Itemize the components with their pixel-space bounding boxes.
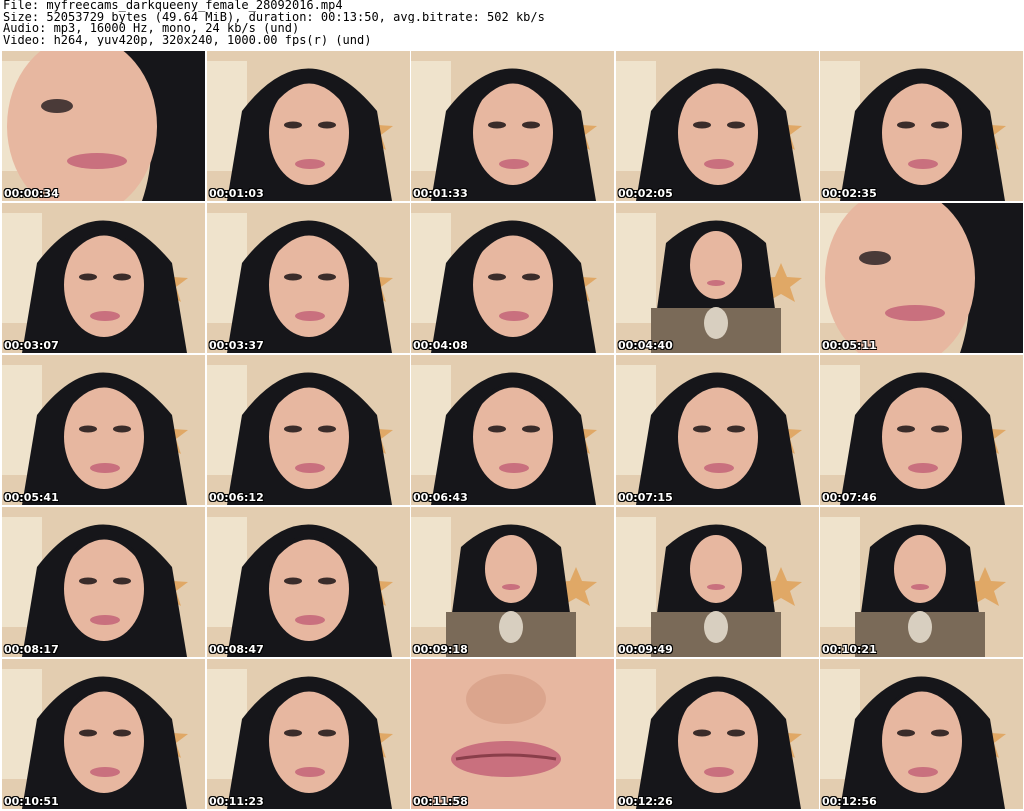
video-info-line: Video: h264, yuv420p, 320x240, 1000.00 f… — [3, 34, 372, 46]
thumbnail-frame: 00:09:18 — [411, 507, 614, 657]
thumbnail-frame: 00:06:12 — [207, 355, 410, 505]
thumbnail-frame: 00:10:51 — [2, 659, 205, 809]
file-info-header: File: myfreecams_darkqueeny_female_28092… — [3, 0, 1021, 46]
thumbnail-image — [2, 659, 205, 809]
thumbnail-frame: 00:10:21 — [820, 507, 1023, 657]
thumbnail-image — [207, 203, 410, 353]
thumbnail-image — [411, 507, 614, 657]
thumbnail-timestamp: 00:08:47 — [209, 643, 264, 656]
thumbnail-timestamp: 00:03:07 — [4, 339, 59, 352]
thumbnail-image — [616, 203, 819, 353]
thumbnail-timestamp: 00:08:17 — [4, 643, 59, 656]
thumbnail-timestamp: 00:12:26 — [618, 795, 673, 808]
thumbnail-image — [411, 51, 614, 201]
thumbnail-image — [616, 659, 819, 809]
thumbnail-image — [2, 507, 205, 657]
thumbnail-image — [411, 355, 614, 505]
thumbnail-image — [820, 355, 1023, 505]
thumbnail-frame: 00:04:08 — [411, 203, 614, 353]
thumbnail-timestamp: 00:07:46 — [822, 491, 877, 504]
thumbnail-frame: 00:04:40 — [616, 203, 819, 353]
file-name-line: File: myfreecams_darkqueeny_female_28092… — [3, 0, 343, 12]
thumbnail-image — [207, 355, 410, 505]
thumbnail-timestamp: 00:01:03 — [209, 187, 264, 200]
thumbnail-timestamp: 00:10:21 — [822, 643, 877, 656]
thumbnail-frame: 00:07:15 — [616, 355, 819, 505]
thumbnail-timestamp: 00:12:56 — [822, 795, 877, 808]
thumbnail-frame: 00:11:23 — [207, 659, 410, 809]
thumbnail-timestamp: 00:11:23 — [209, 795, 264, 808]
thumbnail-frame: 00:01:33 — [411, 51, 614, 201]
thumbnail-frame: 00:05:41 — [2, 355, 205, 505]
thumbnail-frame: 00:06:43 — [411, 355, 614, 505]
thumbnail-image — [820, 51, 1023, 201]
thumbnail-image — [411, 659, 614, 809]
audio-info-line: Audio: mp3, 16000 Hz, mono, 24 kb/s (und… — [3, 23, 300, 35]
thumbnail-timestamp: 00:02:35 — [822, 187, 877, 200]
thumbnail-frame: 00:08:17 — [2, 507, 205, 657]
thumbnail-timestamp: 00:09:49 — [618, 643, 673, 656]
thumbnail-image — [2, 51, 205, 201]
thumbnail-frame: 00:01:03 — [207, 51, 410, 201]
thumbnail-timestamp: 00:06:12 — [209, 491, 264, 504]
thumbnail-image — [820, 659, 1023, 809]
thumbnail-image — [616, 355, 819, 505]
thumbnail-timestamp: 00:04:08 — [413, 339, 468, 352]
thumbnail-image — [820, 507, 1023, 657]
thumbnail-image — [2, 203, 205, 353]
thumbnail-frame: 00:03:37 — [207, 203, 410, 353]
thumbnail-image — [820, 203, 1023, 353]
thumbnail-frame: 00:12:26 — [616, 659, 819, 809]
thumbnail-timestamp: 00:04:40 — [618, 339, 673, 352]
thumbnail-timestamp: 00:01:33 — [413, 187, 468, 200]
thumbnail-image — [207, 51, 410, 201]
thumbnail-timestamp: 00:02:05 — [618, 187, 673, 200]
thumbnail-timestamp: 00:03:37 — [209, 339, 264, 352]
thumbnail-image — [2, 355, 205, 505]
thumbnail-timestamp: 00:00:34 — [4, 187, 59, 200]
thumbnail-image — [616, 507, 819, 657]
thumbnail-timestamp: 00:07:15 — [618, 491, 673, 504]
thumbnail-frame: 00:05:11 — [820, 203, 1023, 353]
thumbnail-timestamp: 00:05:41 — [4, 491, 59, 504]
thumbnail-frame: 00:11:58 — [411, 659, 614, 809]
thumbnail-frame: 00:03:07 — [2, 203, 205, 353]
thumbnail-frame: 00:00:34 — [2, 51, 205, 201]
thumbnail-timestamp: 00:05:11 — [822, 339, 877, 352]
thumbnail-timestamp: 00:10:51 — [4, 795, 59, 808]
thumbnail-frame: 00:02:05 — [616, 51, 819, 201]
thumbnail-frame: 00:09:49 — [616, 507, 819, 657]
file-size-line: Size: 52053729 bytes (49.64 MiB), durati… — [3, 11, 545, 23]
thumbnail-image — [616, 51, 819, 201]
thumbnail-image — [411, 203, 614, 353]
thumbnail-frame: 00:12:56 — [820, 659, 1023, 809]
thumbnail-frame: 00:07:46 — [820, 355, 1023, 505]
thumbnail-image — [207, 507, 410, 657]
thumbnail-timestamp: 00:09:18 — [413, 643, 468, 656]
thumbnail-timestamp: 00:11:58 — [413, 795, 468, 808]
thumbnail-timestamp: 00:06:43 — [413, 491, 468, 504]
thumbnail-frame: 00:08:47 — [207, 507, 410, 657]
thumbnail-image — [207, 659, 410, 809]
thumbnail-frame: 00:02:35 — [820, 51, 1023, 201]
